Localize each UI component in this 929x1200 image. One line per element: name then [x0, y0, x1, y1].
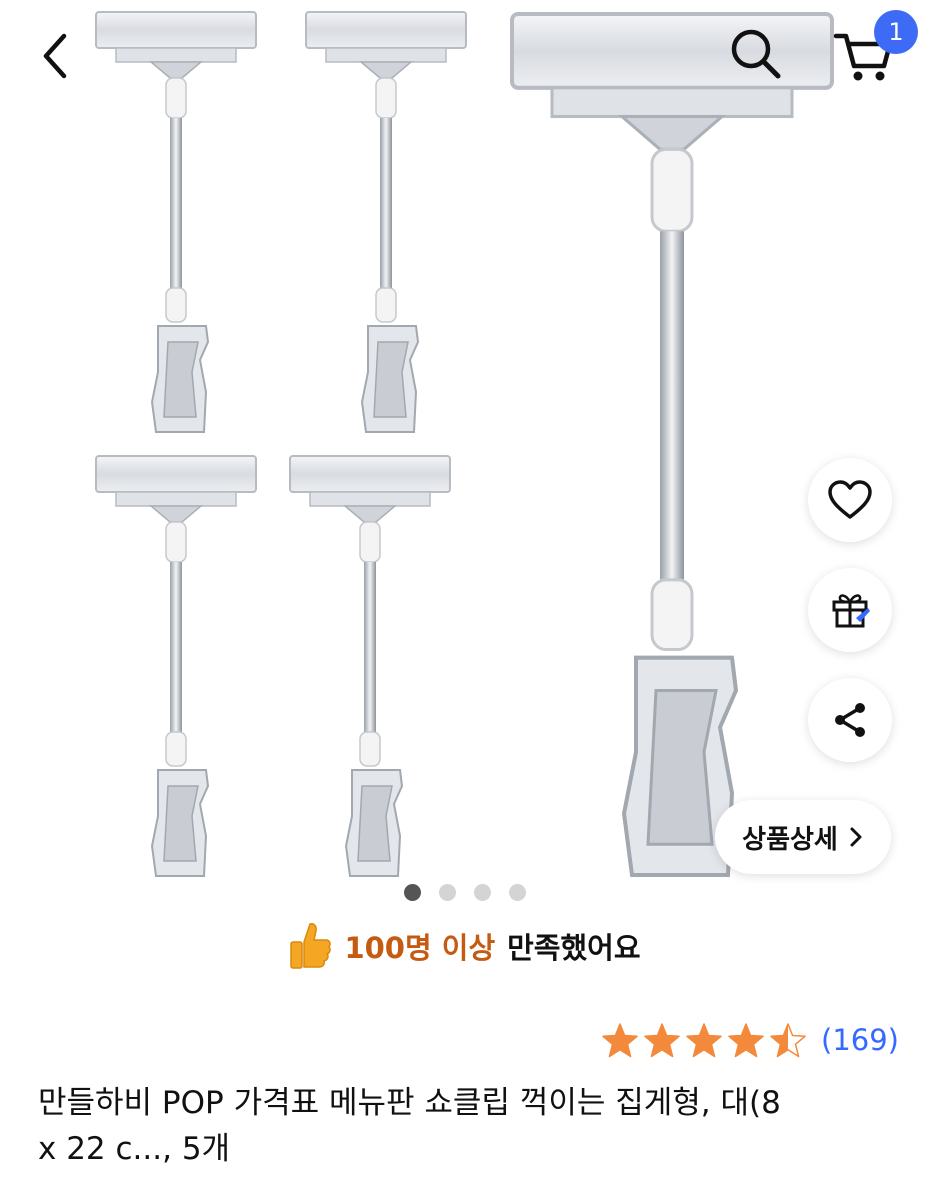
product-detail-button[interactable]: 상품상세	[715, 800, 891, 874]
satisfaction-banner: 100명 이상 만족했어요	[0, 920, 929, 972]
product-title-line-2: x 22 c..., 5개	[38, 1131, 231, 1167]
search-button[interactable]	[720, 18, 790, 88]
chevron-left-icon	[43, 33, 67, 79]
product-detail-label: 상품상세	[742, 824, 838, 855]
carousel-dot[interactable]	[438, 884, 456, 901]
star-icon	[686, 1023, 722, 1058]
review-count[interactable]: (169)	[821, 1023, 899, 1057]
gift-icon	[832, 594, 870, 628]
back-button[interactable]	[34, 30, 78, 82]
star-rating	[601, 1022, 807, 1058]
carousel-dot[interactable]	[403, 884, 421, 901]
product-title-line-1: 만들하비 POP 가격표 메뉴판 쇼클립 꺽이는 집게형, 대(8	[38, 1085, 781, 1121]
wishlist-button[interactable]	[808, 458, 892, 542]
star-icon	[728, 1023, 764, 1058]
gift-button[interactable]	[808, 568, 892, 652]
carousel-dot[interactable]	[473, 884, 491, 901]
share-button[interactable]	[808, 678, 892, 762]
rating-summary[interactable]: (169)	[601, 1022, 899, 1058]
star-icon	[602, 1023, 638, 1058]
product-title: 만들하비 POP 가격표 메뉴판 쇼클립 꺽이는 집게형, 대(8 x 22 c…	[38, 1080, 898, 1172]
star-icon	[644, 1023, 680, 1058]
product-image	[95, 11, 929, 900]
cart-count-badge: 1	[874, 10, 918, 54]
product-image-carousel[interactable]	[0, 0, 929, 900]
share-icon	[835, 703, 865, 737]
heart-icon	[828, 480, 872, 519]
satisfaction-highlight: 100명 이상	[344, 931, 496, 965]
thumbs-up-icon	[290, 923, 332, 969]
carousel-indicator	[0, 884, 929, 901]
star-icon	[770, 1023, 806, 1058]
satisfaction-text: 만족했어요	[507, 931, 641, 965]
chevron-right-icon	[850, 827, 862, 847]
carousel-dot[interactable]	[508, 884, 526, 901]
search-icon	[731, 29, 781, 79]
